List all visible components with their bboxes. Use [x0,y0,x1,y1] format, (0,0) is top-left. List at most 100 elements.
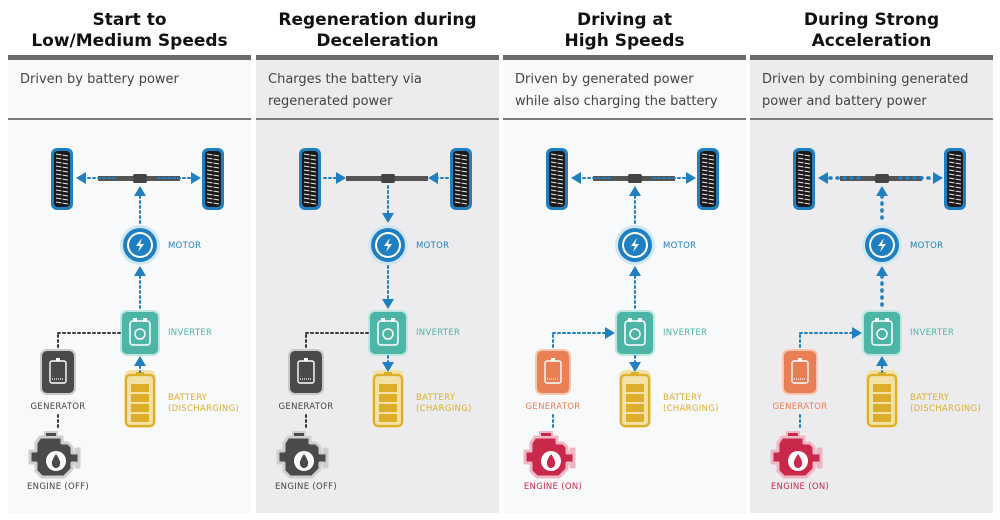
arrow-to-right-wheel [933,172,943,184]
arrow-to-inverter [134,356,146,366]
engine-label: ENGINE (ON) [771,482,829,492]
generator-label: GENERATOR [773,402,828,412]
battery-cell [873,394,891,402]
arrow-to-axle [134,186,146,196]
battery-cell [873,414,891,422]
panel-title: During Strong Acceleration [750,10,993,52]
engine-cap [292,431,306,438]
panel-title: Start to Low/Medium Speeds [8,10,251,52]
inverter-body [617,312,653,354]
powertrain-diagram: MOTOR INVERTER BATTERY(DISCHARGING) GENERAT… [770,148,981,492]
motor-label: MOTOR [663,241,696,251]
inverter-icon [368,310,408,356]
wheel-right [450,148,472,210]
motor-icon [120,225,160,265]
generator-terminal [304,358,308,361]
engine-icon [770,431,823,479]
differential [875,174,889,183]
battery-cell [131,404,149,412]
arrow-to-right-wheel [191,172,201,184]
generator-terminal [798,358,802,361]
battery-cell [379,384,397,392]
inverter-label: INVERTER [416,328,460,338]
arrow-to-left-wheel [76,172,86,184]
terminal [638,318,642,322]
arrow-to-inverter [605,327,615,339]
engine-icon [523,431,576,479]
differential [381,174,395,183]
terminal [391,318,395,322]
engine-cap [44,431,58,438]
generator-body [290,351,322,393]
battery-cell [626,394,644,402]
battery-label: BATTERY [663,393,703,403]
arrow-to-left-wheel [571,172,581,184]
inverter-icon [862,310,902,356]
generator-body [784,351,816,393]
inverter-icon [615,310,655,356]
generator-icon [535,349,571,395]
title-line-2: High Speeds [564,31,685,51]
arrow-to-axle [629,186,641,196]
wheel-left [51,148,73,210]
wheel-right [944,148,966,210]
inverter-body [122,312,158,354]
differential [628,174,642,183]
generator-label: GENERATOR [31,402,86,412]
battery-icon [372,370,404,428]
battery-cell [131,394,149,402]
powertrain-diagram: MOTOR INVERTER BATTERY(CHARGING) GENERATOR E… [523,148,719,492]
battery-cell [873,384,891,392]
generator-body [537,351,569,393]
battery-cell [379,394,397,402]
arrow-to-motor [382,213,394,223]
arrow-to-axle [876,186,888,196]
battery-label: BATTERY [168,393,208,403]
engine-icon [28,431,81,479]
arrow-to-left-wheel [818,172,828,184]
terminal [875,318,879,322]
battery-status-label: (DISCHARGING) [168,404,239,414]
engine-cap [786,431,800,438]
battery-cell [626,414,644,422]
generator-terminal [56,358,60,361]
title-line-2: Deceleration [316,31,439,51]
wheel-left [793,148,815,210]
wheel-right [202,148,224,210]
motor-icon [615,225,655,265]
panel-strong-acceleration: During Strong Acceleration Driven by com… [750,0,993,520]
differential [133,174,147,183]
engine-label: ENGINE (OFF) [275,482,337,492]
generator-icon [782,349,818,395]
title-line-1: During Strong [803,10,940,30]
generator-icon [288,349,324,395]
title-line-2: Low/Medium Speeds [31,31,228,51]
inverter-label: INVERTER [910,328,954,338]
motor-label: MOTOR [910,241,943,251]
panel-start-low-medium: Start to Low/Medium Speeds Driven by bat… [8,0,251,520]
battery-cell [131,384,149,392]
inverter-icon [120,310,160,356]
panel-body: Driven by generated power while also cha… [503,55,746,513]
title-line-1: Regeneration during [278,10,477,30]
battery-status-label: (CHARGING) [663,404,719,414]
wheel-left [299,148,321,210]
inverter-body [370,312,406,354]
wheel-left [546,148,568,210]
arrow-to-inverter [852,327,862,339]
terminal [143,318,147,322]
battery-cell [379,404,397,412]
generator-label: GENERATOR [279,402,334,412]
motor-label: MOTOR [416,241,449,251]
battery-label: BATTERY [416,393,456,403]
arrow-to-motor [134,266,146,276]
panel-body: Driven by combining generated power and … [750,55,993,513]
engine-label: ENGINE (OFF) [27,482,89,492]
panel-title: Regeneration during Deceleration [256,10,499,52]
title-line-1: Start to [92,10,167,30]
battery-cell [131,414,149,422]
terminal [885,318,889,322]
battery-label: BATTERY [910,393,950,403]
engine-cap [539,431,553,438]
generator-terminal [551,358,555,361]
